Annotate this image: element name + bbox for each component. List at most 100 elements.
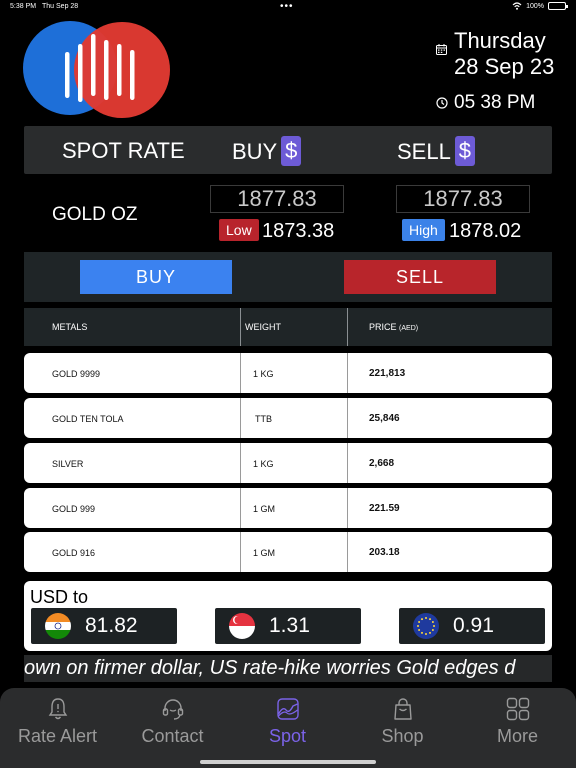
spot-rate-title: SPOT RATE bbox=[62, 138, 185, 163]
price-header-label: PRICE bbox=[369, 322, 397, 332]
metal-weight: 1 KG bbox=[253, 459, 274, 469]
metal-price: 203.18 bbox=[369, 547, 400, 558]
price-column-header: PRICE (AED) bbox=[369, 322, 418, 332]
low-value: 1873.38 bbox=[262, 220, 335, 242]
tab-rate-alert[interactable]: Rate Alert bbox=[0, 696, 115, 747]
weight-column-header: WEIGHT bbox=[245, 322, 281, 332]
clock-icon bbox=[436, 97, 448, 109]
wifi-icon bbox=[512, 2, 522, 10]
inr-rate: 81.82 bbox=[85, 614, 138, 637]
news-ticker-text: own on firmer dollar, US rate-hike worri… bbox=[24, 657, 516, 679]
metal-name: GOLD TEN TOLA bbox=[52, 414, 124, 424]
tab-contact[interactable]: Contact bbox=[115, 696, 230, 747]
usd-conversion-panel: USD to 81.82 1.31 0.91 bbox=[24, 581, 552, 651]
buy-price-box: 1877.83 bbox=[210, 185, 344, 213]
tab-label: More bbox=[496, 726, 538, 746]
table-row[interactable]: GOLD TEN TOLA TTB 25,846 bbox=[24, 398, 552, 438]
column-divider bbox=[347, 398, 348, 438]
metal-weight: 1 GM bbox=[253, 504, 276, 514]
buy-button[interactable]: BUY bbox=[80, 260, 232, 294]
tab-label: Spot bbox=[268, 726, 307, 746]
date-label: 28 Sep 23 bbox=[454, 54, 555, 79]
price-unit: (AED) bbox=[399, 325, 419, 332]
tab-label: Shop bbox=[381, 726, 424, 746]
metal-weight: 1 GM bbox=[253, 548, 276, 558]
currency-rate-sgd: 1.31 bbox=[215, 608, 361, 644]
metal-price: 221.59 bbox=[369, 503, 400, 514]
status-date: Thu Sep 28 bbox=[42, 3, 79, 10]
brand-logo bbox=[23, 21, 170, 118]
sell-header-label: SELL bbox=[397, 138, 451, 164]
battery-percent: 100% bbox=[526, 2, 544, 10]
high-badge: High bbox=[402, 219, 445, 241]
grid-icon bbox=[506, 697, 529, 721]
currency-rate-eur: 0.91 bbox=[399, 608, 545, 644]
metal-name: GOLD 999 bbox=[52, 504, 96, 514]
buy-header: BUY $ bbox=[232, 136, 302, 168]
dollar-icon: $ bbox=[281, 136, 302, 166]
metals-table-header: METALS WEIGHT PRICE (AED) bbox=[24, 308, 552, 346]
spot-rate-header: SPOT RATE BUY $ SELL $ bbox=[24, 126, 552, 174]
weekday-label: Thursday bbox=[454, 28, 546, 53]
column-divider bbox=[347, 443, 348, 483]
tab-label: Contact bbox=[141, 726, 204, 746]
tab-more[interactable]: More bbox=[460, 696, 575, 747]
tab-spot[interactable]: Spot bbox=[230, 696, 345, 747]
column-divider bbox=[240, 353, 241, 393]
metal-name: SILVER bbox=[52, 459, 84, 469]
sgd-rate: 1.31 bbox=[269, 614, 310, 637]
table-row[interactable]: GOLD 999 1 GM 221.59 bbox=[24, 488, 552, 528]
column-divider bbox=[240, 398, 241, 438]
bell-icon bbox=[48, 698, 67, 720]
high-value: 1878.02 bbox=[449, 220, 522, 242]
shopping-bag-icon bbox=[393, 698, 412, 720]
metal-price: 221,813 bbox=[369, 368, 406, 379]
column-divider bbox=[240, 532, 241, 572]
buy-header-label: BUY bbox=[232, 138, 278, 164]
low-badge: Low bbox=[219, 219, 259, 241]
column-divider bbox=[240, 443, 241, 483]
metals-column-header: METALS bbox=[52, 322, 88, 332]
metal-weight: TTB bbox=[255, 414, 272, 424]
time-row: 05 38 PM bbox=[436, 92, 535, 114]
india-flag-icon bbox=[45, 613, 71, 639]
status-right: 100% bbox=[512, 2, 568, 10]
battery-icon bbox=[548, 2, 568, 10]
calendar-icon bbox=[436, 44, 447, 55]
sell-price-box: 1877.83 bbox=[396, 185, 530, 213]
chart-icon bbox=[276, 698, 299, 720]
currency-rate-inr: 81.82 bbox=[31, 608, 177, 644]
status-time: 5:38 PM bbox=[10, 3, 37, 10]
metal-price: 25,846 bbox=[369, 413, 400, 424]
eur-rate: 0.91 bbox=[453, 614, 494, 637]
sell-header: SELL $ bbox=[397, 136, 475, 168]
table-row[interactable]: SILVER 1 KG 2,668 bbox=[24, 443, 552, 483]
column-divider bbox=[347, 488, 348, 528]
gold-oz-label: GOLD OZ bbox=[52, 204, 138, 225]
tab-label: Rate Alert bbox=[17, 726, 98, 746]
sell-button[interactable]: SELL bbox=[344, 260, 496, 294]
metal-price: 2,668 bbox=[369, 458, 395, 469]
column-divider bbox=[240, 308, 241, 346]
multitask-dots[interactable]: ••• bbox=[280, 1, 294, 12]
metal-weight: 1 KG bbox=[253, 369, 274, 379]
dollar-icon: $ bbox=[454, 136, 475, 166]
column-divider bbox=[347, 353, 348, 393]
gold-oz-row: GOLD OZ 1877.83 Low 1873.38 1877.83 High… bbox=[24, 182, 552, 246]
status-bar: 5:38 PM Thu Sep 28 ••• 100% bbox=[0, 0, 576, 14]
singapore-flag-icon bbox=[229, 613, 255, 639]
column-divider bbox=[347, 308, 348, 346]
home-indicator[interactable] bbox=[200, 760, 376, 764]
metal-name: GOLD 9999 bbox=[52, 369, 101, 379]
action-bar: BUY SELL bbox=[24, 252, 552, 302]
time-label: 05 38 PM bbox=[454, 92, 536, 113]
tab-shop[interactable]: Shop bbox=[345, 696, 460, 747]
usd-to-label: USD to bbox=[30, 587, 89, 607]
tab-bar: Rate Alert Contact Spot Shop More bbox=[0, 688, 576, 768]
news-ticker[interactable]: own on firmer dollar, US rate-hike worri… bbox=[24, 655, 552, 682]
table-row[interactable]: GOLD 9999 1 KG 221,813 bbox=[24, 353, 552, 393]
eu-flag-icon bbox=[413, 613, 439, 639]
headset-icon bbox=[162, 699, 183, 720]
column-divider bbox=[347, 532, 348, 572]
table-row[interactable]: GOLD 916 1 GM 203.18 bbox=[24, 532, 552, 572]
